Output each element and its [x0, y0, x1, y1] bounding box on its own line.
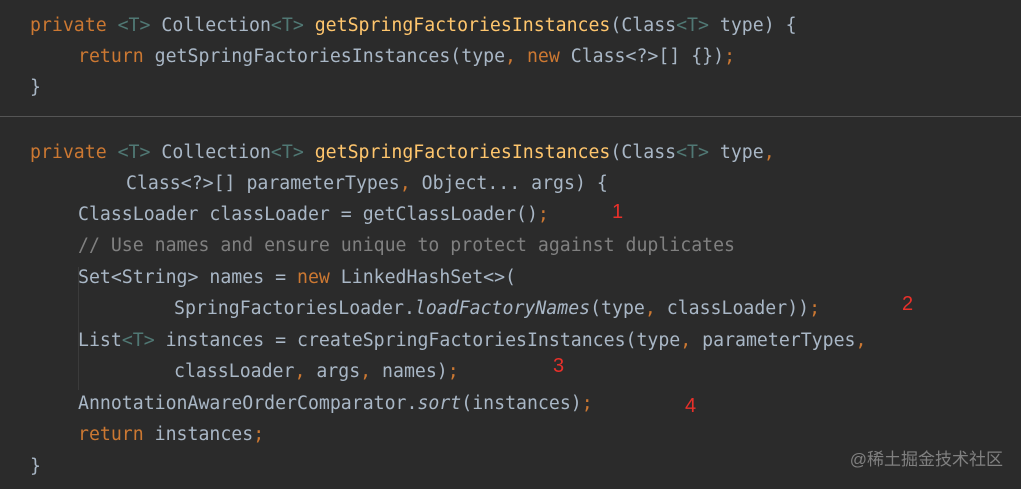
code-line-10: return instances; — [78, 419, 264, 450]
code-line-9: AnnotationAwareOrderComparator.sort(inst… — [78, 388, 593, 419]
watermark: @稀土掘金技术社区 — [849, 450, 1003, 469]
semicolon: ; — [447, 361, 459, 382]
code-text: Collection — [150, 15, 271, 36]
type-param: <T> — [270, 142, 304, 163]
comma: , — [360, 361, 372, 382]
type-param: <T> — [117, 142, 151, 163]
code-line-1: private <T> Collection<T> getSpringFacto… — [30, 137, 775, 168]
code-text: instances = createSpringFactoriesInstanc… — [154, 330, 681, 351]
code-text: ClassLoader classLoader = getClassLoader… — [78, 204, 538, 225]
code-text: LinkedHashSet<>( — [329, 267, 517, 288]
code-text: (instances) — [461, 393, 582, 414]
comma: , — [855, 330, 867, 351]
code-text: type — [708, 142, 764, 163]
code-block-2: private <T> Collection<T> getSpringFacto… — [0, 116, 1021, 489]
keyword-private: private — [30, 15, 107, 36]
code-text: (type — [590, 298, 645, 319]
keyword-return: return — [78, 46, 144, 67]
keyword-new: new — [297, 267, 330, 288]
comma: , — [399, 173, 411, 194]
type-param: <T> — [676, 15, 709, 36]
code-line-1: private <T> Collection<T> getSpringFacto… — [30, 10, 797, 41]
code-line-8: classLoader, args, names); — [174, 356, 459, 387]
code-block-1: private <T> Collection<T> getSpringFacto… — [0, 0, 1021, 116]
semicolon: ; — [724, 46, 736, 67]
code-comment: // Use names and ensure unique to protec… — [78, 235, 735, 256]
comma: , — [680, 330, 692, 351]
code-text: names) — [371, 361, 448, 382]
code-text: (Class — [610, 15, 677, 36]
semicolon: ; — [581, 393, 593, 414]
code-text: AnnotationAwareOrderComparator. — [78, 393, 418, 414]
code-text: Set<String> names = — [78, 267, 297, 288]
code-line-5: Set<String> names = new LinkedHashSet<>( — [78, 262, 516, 293]
code-line-11: } — [30, 456, 41, 477]
semicolon: ; — [809, 298, 821, 319]
annotation-1: 1 — [612, 201, 624, 223]
code-text: classLoader — [174, 361, 295, 382]
annotation-3: 3 — [553, 355, 565, 377]
semicolon: ; — [253, 424, 265, 445]
code-line-2: return getSpringFactoriesInstances(type,… — [78, 41, 735, 72]
type-param: <T> — [676, 142, 709, 163]
code-line-3: ClassLoader classLoader = getClassLoader… — [78, 199, 549, 230]
keyword-new: new — [526, 46, 560, 67]
code-text: getSpringFactoriesInstances(type — [143, 46, 506, 67]
comma: , — [505, 46, 516, 67]
code-text: SpringFactoriesLoader. — [174, 298, 415, 319]
code-text: parameterTypes — [691, 330, 856, 351]
annotation-4: 4 — [685, 395, 697, 417]
static-method-call: loadFactoryNames — [414, 298, 591, 319]
keyword-return: return — [78, 424, 144, 445]
code-text: instances — [143, 424, 254, 445]
method-name: getSpringFactoriesInstances — [314, 15, 611, 36]
type-param: <T> — [121, 330, 155, 351]
static-method-call: sort — [417, 393, 462, 414]
code-text: Class<?>[] {}) — [559, 46, 725, 67]
code-text: classLoader)) — [655, 298, 810, 319]
code-text: Class<?>[] parameterTypes — [126, 173, 400, 194]
code-line-7: List<T> instances = createSpringFactorie… — [78, 325, 866, 356]
code-text: args — [305, 361, 361, 382]
code-text: (Class — [610, 142, 677, 163]
comma: , — [294, 361, 306, 382]
code-line-3: } — [30, 77, 41, 98]
code-line-6: SpringFactoriesLoader.loadFactoryNames(t… — [174, 293, 820, 324]
code-text: type) { — [708, 15, 797, 36]
code-text: List — [78, 330, 122, 351]
keyword-private: private — [30, 142, 107, 163]
code-text: Collection — [150, 142, 271, 163]
type-param: <T> — [117, 15, 151, 36]
code-text: Object... args) { — [410, 173, 608, 194]
semicolon: ; — [537, 204, 549, 225]
type-param: <T> — [270, 15, 304, 36]
annotation-2: 2 — [902, 293, 914, 315]
code-line-2: Class<?>[] parameterTypes, Object... arg… — [126, 168, 608, 199]
comma: , — [644, 298, 656, 319]
method-name: getSpringFactoriesInstances — [314, 142, 611, 163]
comma: , — [763, 142, 775, 163]
